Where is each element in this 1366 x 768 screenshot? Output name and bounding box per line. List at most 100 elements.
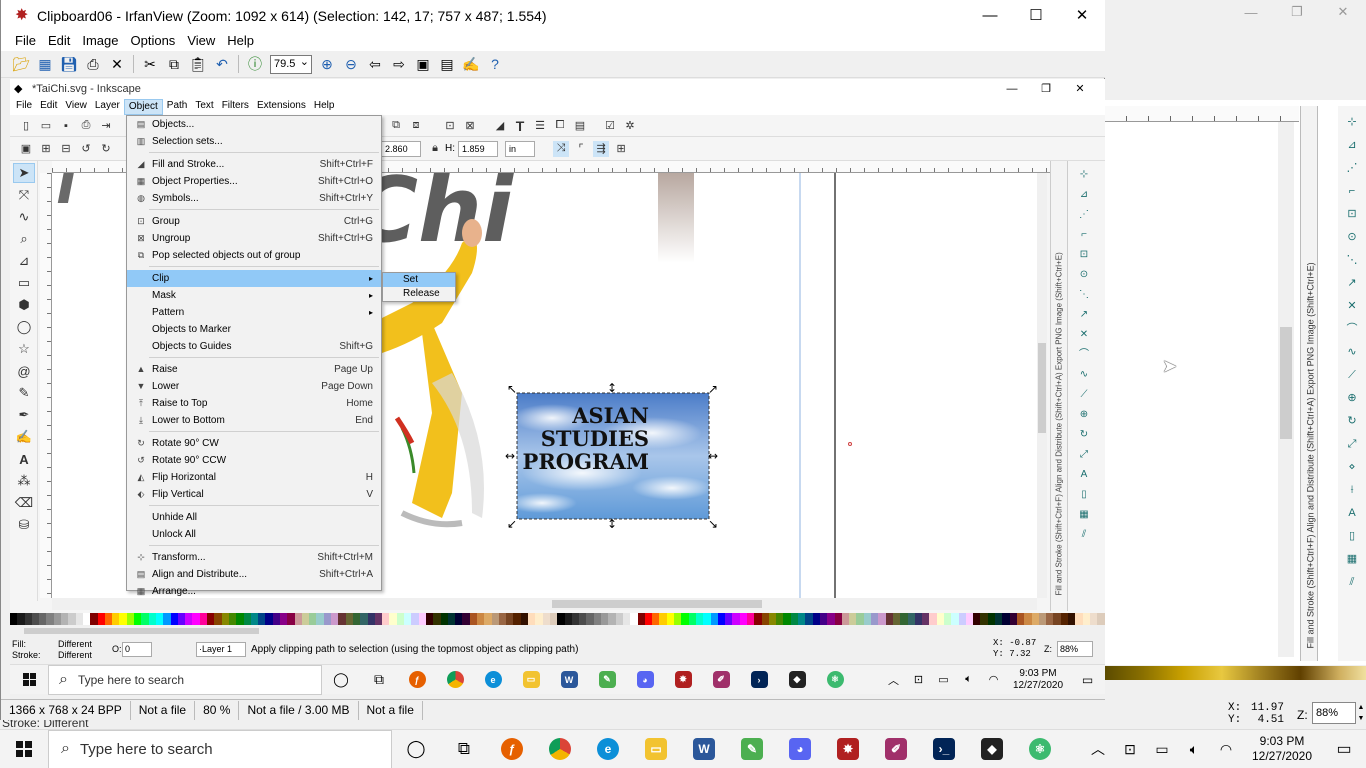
color-swatch[interactable] bbox=[192, 613, 200, 625]
wifi-icon[interactable]: ◠ bbox=[981, 673, 1006, 686]
zoom-out-icon[interactable]: ⊖ bbox=[341, 54, 361, 74]
meet-now-icon[interactable]: ⊡ bbox=[906, 673, 931, 686]
paint-icon[interactable]: ✐ bbox=[702, 665, 740, 695]
object-menu-item[interactable]: ▼ Lower Page Down bbox=[127, 378, 381, 395]
clip-submenu-item[interactable]: Set bbox=[383, 273, 455, 287]
new-doc-icon[interactable]: ▯ bbox=[18, 118, 34, 134]
color-swatch[interactable] bbox=[995, 613, 1003, 625]
select-all-icon[interactable]: ▣ bbox=[18, 141, 34, 157]
undo-icon[interactable]: ↶ bbox=[212, 54, 232, 74]
snap-center-icon[interactable]: ⊙ bbox=[1077, 268, 1091, 281]
color-swatch[interactable] bbox=[75, 613, 83, 625]
color-swatch[interactable] bbox=[396, 613, 405, 625]
color-swatch[interactable] bbox=[236, 613, 244, 625]
inkscape-minimize-button[interactable]: — bbox=[995, 79, 1029, 99]
color-swatch[interactable] bbox=[338, 613, 346, 625]
text-font-icon[interactable]: T bbox=[512, 118, 528, 134]
color-swatch[interactable] bbox=[725, 613, 733, 625]
slideshow-icon[interactable]: ▣ bbox=[413, 54, 433, 74]
snap-object-mid-icon[interactable]: ⊕ bbox=[1343, 391, 1361, 405]
edge-icon[interactable]: e bbox=[474, 665, 512, 695]
color-swatch[interactable] bbox=[272, 613, 280, 625]
object-menu-item[interactable]: ⤓ Lower to Bottom End bbox=[127, 412, 381, 429]
color-swatch[interactable] bbox=[221, 613, 229, 625]
color-swatch[interactable] bbox=[163, 613, 171, 625]
meet-now-icon[interactable]: ⊡ bbox=[1114, 741, 1146, 758]
object-menu-item[interactable]: ↻ Rotate 90° CW bbox=[127, 435, 381, 452]
paste-icon[interactable]: 📋︎ bbox=[188, 54, 208, 74]
color-swatch[interactable] bbox=[24, 613, 32, 625]
minimize-button[interactable]: — bbox=[967, 0, 1013, 30]
snap-doc-icon[interactable]: ▯ bbox=[1343, 529, 1361, 543]
pencil-tool-icon[interactable]: ✎ bbox=[13, 383, 35, 403]
color-swatch[interactable] bbox=[579, 613, 587, 625]
powershell-icon[interactable]: › bbox=[740, 665, 778, 695]
snap-line-icon[interactable]: ⟋ bbox=[1077, 388, 1091, 401]
snap-edge-icon[interactable]: ⋰ bbox=[1343, 161, 1361, 175]
asian-studies-logo[interactable]: ASIAN STUDIES PROGRAM bbox=[507, 392, 712, 520]
canvas-vertical-scrollbar[interactable] bbox=[1037, 173, 1047, 598]
object-menu-item[interactable]: Clip ▸ bbox=[127, 270, 381, 287]
snap-object-icon[interactable]: ⊕ bbox=[1077, 408, 1091, 421]
xml-editor-icon[interactable]: ⧠ bbox=[552, 118, 568, 134]
color-swatch[interactable] bbox=[433, 613, 441, 625]
color-swatch[interactable] bbox=[112, 613, 120, 625]
object-menu-item[interactable]: Unlock All bbox=[127, 526, 381, 543]
color-swatch[interactable] bbox=[798, 613, 806, 625]
color-swatch[interactable] bbox=[754, 613, 762, 625]
color-swatch[interactable] bbox=[46, 613, 54, 625]
color-swatch[interactable] bbox=[155, 613, 164, 625]
color-swatch[interactable] bbox=[477, 613, 485, 625]
inkscape-dock-tabs[interactable]: Fill and Stroke (Shift+Ctrl+F) Align and… bbox=[1050, 161, 1068, 611]
notepad-icon[interactable]: ✎ bbox=[728, 730, 776, 768]
color-swatch[interactable] bbox=[425, 613, 434, 625]
ink-menu-text[interactable]: Text bbox=[191, 99, 217, 115]
width-field[interactable]: 2.860 bbox=[381, 140, 422, 157]
clone-icon[interactable]: ⧈ bbox=[408, 118, 424, 134]
irfanview-icon[interactable]: ✸ bbox=[664, 665, 702, 695]
deselect-icon[interactable]: ⊟ bbox=[58, 141, 74, 157]
color-swatch[interactable] bbox=[309, 613, 317, 625]
object-menu-item[interactable]: ▦ Object Properties... Shift+Ctrl+O bbox=[127, 173, 381, 190]
color-swatch[interactable] bbox=[484, 613, 492, 625]
inkscape-icon[interactable]: ◆ bbox=[968, 730, 1016, 768]
clip-submenu-item[interactable]: Release bbox=[383, 287, 455, 301]
rotate-cw-tool-icon[interactable]: ↻ bbox=[98, 141, 114, 157]
color-swatch[interactable] bbox=[455, 613, 463, 625]
pen-tool-icon[interactable]: ✒ bbox=[13, 405, 35, 425]
snap-corner-icon[interactable]: ⌐ bbox=[1343, 184, 1361, 198]
color-swatch[interactable] bbox=[119, 613, 127, 625]
color-swatch[interactable] bbox=[374, 613, 383, 625]
outer-color-palette[interactable] bbox=[1104, 666, 1366, 680]
ink-menu-layer[interactable]: Layer bbox=[91, 99, 124, 115]
volume-icon[interactable]: 🔈︎ bbox=[1178, 741, 1210, 758]
object-menu-item[interactable]: ▲ Raise Page Up bbox=[127, 361, 381, 378]
color-swatch[interactable] bbox=[520, 613, 529, 625]
color-swatch[interactable] bbox=[958, 613, 966, 625]
color-swatch[interactable] bbox=[776, 613, 784, 625]
color-swatch[interactable] bbox=[498, 613, 507, 625]
notification-icon[interactable]: ▭ bbox=[1070, 673, 1105, 687]
color-swatch[interactable] bbox=[535, 613, 543, 625]
battery-icon[interactable]: ▭ bbox=[1146, 741, 1178, 758]
irfanview-icon[interactable]: ✸ bbox=[824, 730, 872, 768]
menu-view[interactable]: View bbox=[181, 31, 221, 51]
color-swatch[interactable] bbox=[601, 613, 609, 625]
color-swatch[interactable] bbox=[695, 613, 704, 625]
color-swatch[interactable] bbox=[549, 613, 558, 625]
color-swatch[interactable] bbox=[892, 613, 901, 625]
color-swatch[interactable] bbox=[542, 613, 550, 625]
color-swatch[interactable] bbox=[367, 613, 375, 625]
restore-icon[interactable]: ❐ bbox=[1274, 0, 1320, 24]
color-swatch[interactable] bbox=[185, 613, 193, 625]
print-icon[interactable]: ⎙ bbox=[83, 54, 103, 74]
color-swatch[interactable] bbox=[287, 613, 295, 625]
tray-chevron-icon[interactable]: ︿ bbox=[1082, 739, 1114, 759]
wifi-icon[interactable]: ◠ bbox=[1210, 741, 1242, 758]
color-swatch[interactable] bbox=[783, 613, 791, 625]
ink-menu-object[interactable]: Object bbox=[123, 99, 163, 115]
outer-zoom-field[interactable]: 88% bbox=[1312, 702, 1356, 724]
snap-cusp-icon[interactable]: ⌒ bbox=[1077, 348, 1091, 361]
color-swatch[interactable] bbox=[1082, 613, 1090, 625]
open-doc-icon[interactable]: ▭ bbox=[38, 118, 54, 134]
